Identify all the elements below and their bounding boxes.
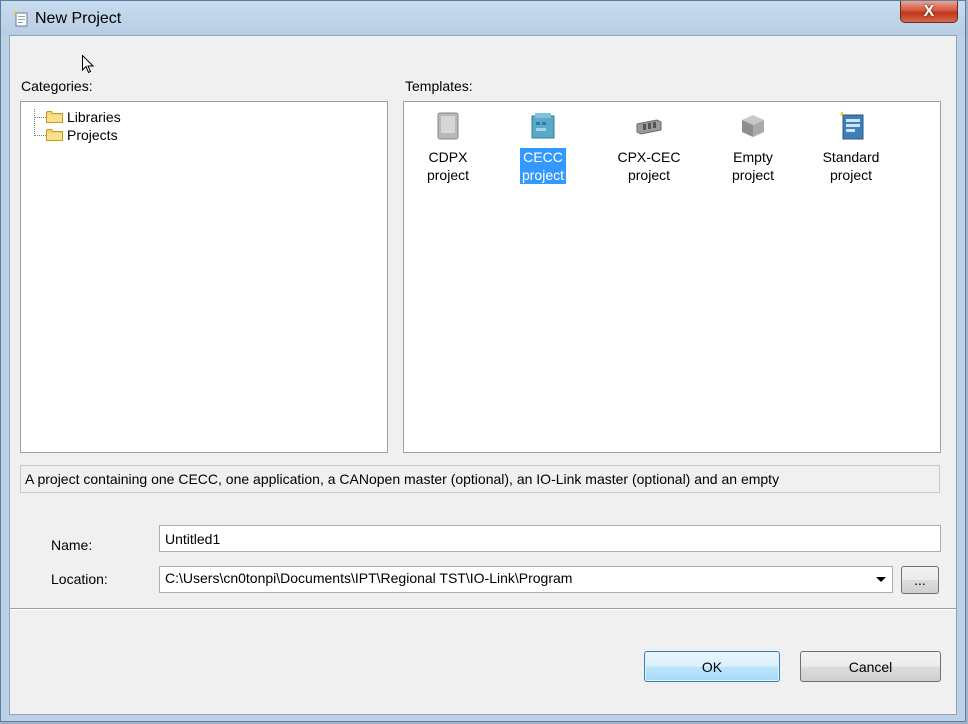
template-standard-project[interactable]: Standard project [815,110,887,184]
ok-button[interactable]: OK [644,651,780,682]
ok-label: OK [701,658,723,675]
folder-icon [46,111,63,123]
template-label: Standard project [822,149,880,183]
template-cecc-project[interactable]: CECC project [507,110,579,184]
new-project-dialog: New Project X Categories: Libraries Proj… [0,0,966,722]
cdpx-device-icon [437,112,459,140]
templates-list[interactable]: CDPX project CECC project CPX-CEC projec… [403,101,941,453]
location-combobox[interactable]: C:\Users\cn0tonpi\Documents\IPT\Regional… [159,566,893,593]
chevron-down-icon[interactable] [876,577,886,582]
tree-connector [34,135,46,136]
close-button[interactable]: X [900,1,958,23]
template-label: CECC project [519,148,567,184]
tree-item-label: Projects [67,126,118,143]
title-bar[interactable]: New Project X [1,1,965,35]
template-empty-project[interactable]: Empty project [717,110,789,184]
tree-item-label: Libraries [67,108,121,125]
name-label: Name: [51,537,93,553]
tree-item-libraries[interactable]: Libraries [46,108,121,125]
standard-project-icon [840,111,864,140]
browse-label: ... [914,572,926,588]
cancel-button[interactable]: Cancel [800,651,941,682]
cancel-label: Cancel [848,658,893,675]
tree-connector [34,109,35,136]
divider [10,608,956,610]
categories-label: Categories: [21,78,93,94]
template-label: CDPX project [426,149,470,183]
window-title: New Project [35,10,122,27]
new-project-icon [14,11,28,27]
tree-connector [34,117,46,118]
mouse-cursor-icon [82,55,94,74]
templates-label: Templates: [405,78,473,94]
template-description: A project containing one CECC, one appli… [20,465,940,493]
template-label: Empty project [731,149,775,183]
location-value: C:\Users\cn0tonpi\Documents\IPT\Regional… [165,570,573,586]
location-label: Location: [51,571,108,587]
name-input[interactable] [159,525,941,552]
template-label: CPX-CEC project [617,149,681,183]
template-cdpx-project[interactable]: CDPX project [412,110,484,184]
folder-icon [46,129,63,141]
cpx-cec-module-icon [636,119,662,135]
dialog-body: Categories: Libraries Projects Templates [9,35,957,715]
browse-button[interactable]: ... [901,566,939,594]
template-cpx-cec-project[interactable]: CPX-CEC project [613,110,685,184]
tree-item-projects[interactable]: Projects [46,126,118,143]
empty-cube-icon [742,115,764,137]
close-icon: X [923,2,935,20]
cecc-controller-icon [531,113,555,139]
categories-tree[interactable]: Libraries Projects [20,101,388,453]
